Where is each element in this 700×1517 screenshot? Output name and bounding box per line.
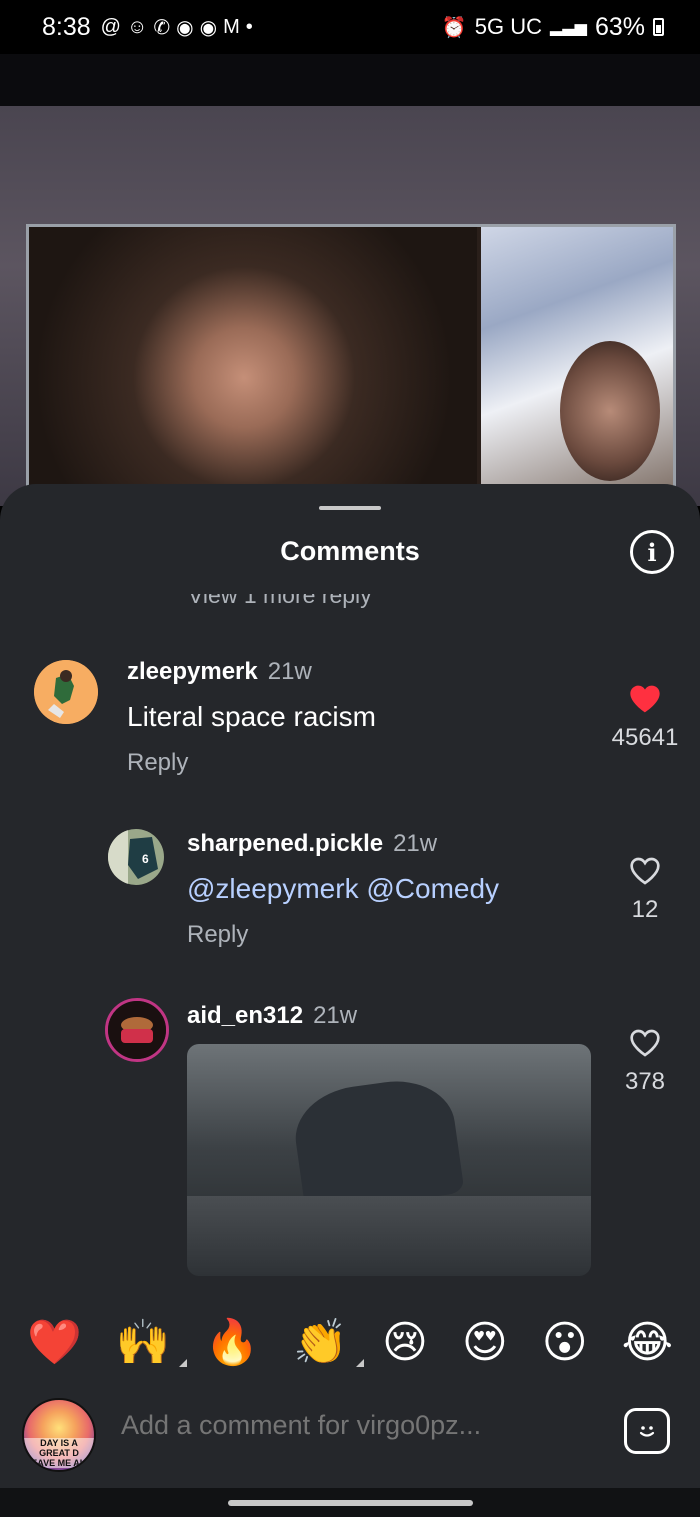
alarm-icon: ⏰: [441, 16, 467, 39]
avatar-text: DAY IS A GREAT D LEAVE ME ALO: [24, 1438, 94, 1468]
like-count: 12: [631, 896, 659, 923]
gif-attachment[interactable]: [187, 1044, 591, 1276]
battery-label: 63%: [594, 12, 645, 41]
system-nav-bar: [0, 1488, 700, 1517]
comment-input[interactable]: [121, 1410, 581, 1441]
user-avatar[interactable]: DAY IS A GREAT D LEAVE ME ALO: [22, 1398, 96, 1472]
comment-composer: DAY IS A GREAT D LEAVE ME ALO: [0, 1388, 700, 1488]
view-more-replies[interactable]: View 1 more reply: [188, 594, 372, 609]
comment-time: 21w: [313, 1002, 358, 1029]
reaction-surprised[interactable]: 😮: [542, 1321, 588, 1365]
comment-username[interactable]: sharpened.pickle 21w: [187, 830, 437, 858]
gif-ground: [187, 1196, 591, 1276]
whatsapp-icon: ✆: [153, 16, 171, 39]
notification-icons: @ ☺ ✆ ◉ ◉ M •: [101, 15, 253, 40]
svg-text:6: 6: [142, 852, 149, 866]
gif-figure: [289, 1073, 465, 1215]
battery-icon: [653, 18, 664, 36]
home-indicator[interactable]: [228, 1500, 473, 1506]
reaction-laughing[interactable]: 😂: [622, 1321, 673, 1365]
like-count: 45641: [611, 724, 679, 751]
comment-text: @zleepymerk @Comedy: [187, 873, 499, 905]
heart-filled-icon: [630, 685, 660, 713]
threads-icon: @: [100, 15, 121, 38]
gmail-icon: M: [223, 15, 240, 38]
sticker-icon: [639, 1426, 655, 1437]
video-person-right: [560, 341, 660, 481]
discord-icon: ◉: [176, 16, 194, 39]
like-count: 378: [624, 1068, 666, 1095]
sheet-title: Comments: [280, 536, 420, 566]
info-button[interactable]: i: [630, 530, 674, 574]
status-time: 8:38: [42, 12, 91, 41]
comment-username[interactable]: zleepymerk 21w: [127, 658, 312, 686]
comment-text: Literal space racism: [127, 701, 376, 732]
avatar-illustration: [108, 1001, 166, 1059]
heart-outline-icon: [630, 1029, 660, 1057]
status-bar: 8:38 @ ☺ ✆ ◉ ◉ M • ⏰ 5G UC ▂▃▅ 63%: [0, 0, 700, 54]
video-top-bar: [0, 54, 700, 106]
avatar[interactable]: [34, 660, 98, 724]
avatar[interactable]: [105, 998, 169, 1062]
video-player[interactable]: [0, 106, 700, 506]
reaction-fire[interactable]: 🔥: [205, 1321, 260, 1365]
avatar-illustration: 6: [108, 829, 164, 885]
avatar[interactable]: 6: [108, 829, 164, 885]
avatar-illustration: [34, 660, 98, 724]
reaction-clap[interactable]: 👏: [293, 1321, 364, 1367]
comment-time: 21w: [267, 658, 312, 685]
discord-icon: ◉: [199, 16, 218, 39]
reaction-raised-hands[interactable]: 🙌: [116, 1321, 187, 1367]
like-button[interactable]: 45641: [605, 684, 685, 752]
info-icon: i: [647, 537, 657, 567]
like-button[interactable]: 12: [605, 856, 685, 924]
mention-link[interactable]: @Comedy: [366, 873, 499, 904]
comment-time: 21w: [393, 830, 438, 857]
reaction-heart[interactable]: ❤️: [27, 1321, 82, 1365]
sticker-button[interactable]: [624, 1408, 670, 1454]
mention-link[interactable]: @zleepymerk: [187, 873, 359, 904]
snapchat-icon: ☺: [126, 15, 148, 38]
comments-list[interactable]: View 1 more reply zleepymerk 21w Literal …: [0, 594, 700, 1294]
reaction-heart-eyes[interactable]: 😍: [462, 1321, 508, 1365]
video-left-pane: [29, 227, 477, 501]
dot-icon: •: [245, 15, 253, 38]
comment-username[interactable]: aid_en312 21w: [187, 1002, 357, 1030]
network-label: 5G UC: [474, 14, 543, 39]
heart-outline-icon: [630, 857, 660, 885]
reaction-crying[interactable]: 😢: [382, 1321, 428, 1365]
signal-icon: ▂▃▅: [550, 19, 587, 36]
reply-button[interactable]: Reply: [187, 921, 248, 949]
reply-button[interactable]: Reply: [127, 749, 188, 777]
like-button[interactable]: 378: [605, 1028, 685, 1096]
quick-reactions: ❤️ 🙌 🔥 👏 😢 😍 😮 😂: [0, 1298, 700, 1388]
sheet-grabber[interactable]: [319, 506, 381, 510]
